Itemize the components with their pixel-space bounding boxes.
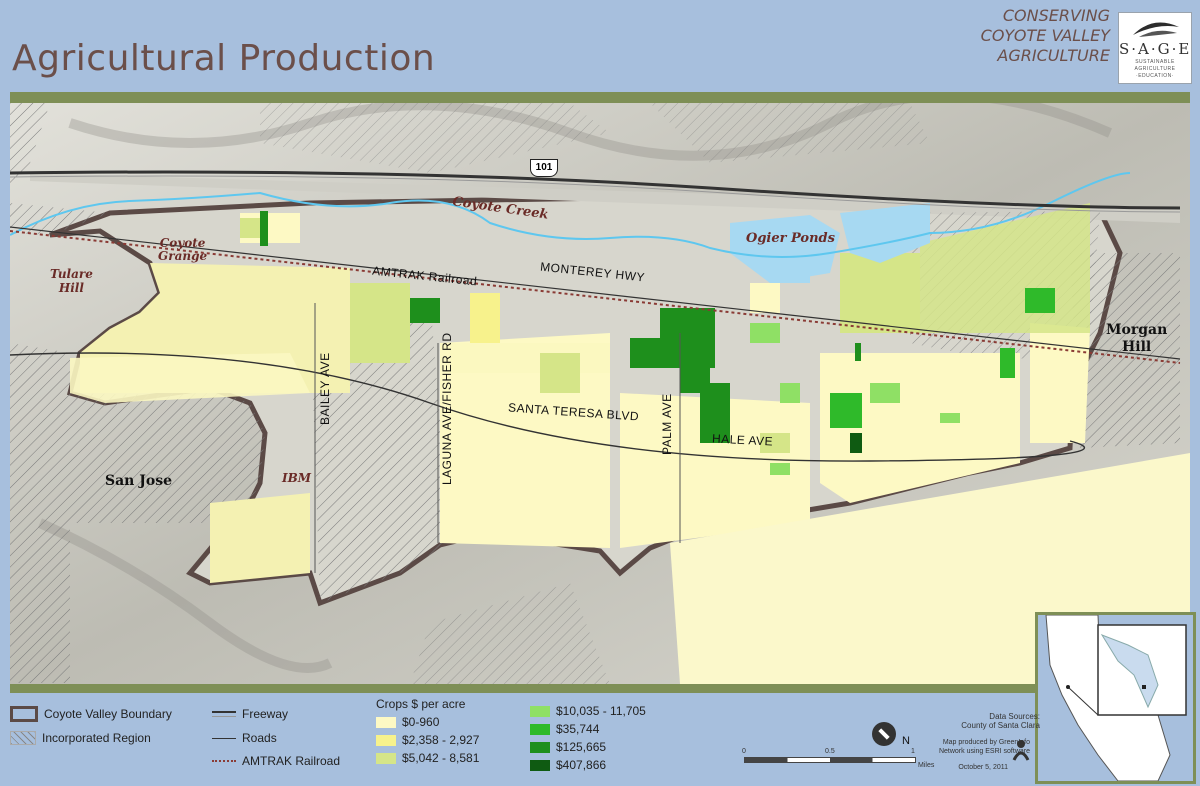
crop-class-label: $2,358 - 2,927 xyxy=(402,733,480,747)
scale-label-1: 1 xyxy=(911,748,915,755)
freeway-swatch-icon xyxy=(212,711,236,717)
map-frame: 101 Coyote Creek Ogier Ponds MONTEREY HW… xyxy=(10,103,1190,684)
data-sources-line-1: Data Sources: xyxy=(989,712,1040,721)
logo-line-2: AGRICULTURE xyxy=(1134,66,1176,72)
boundary-swatch-icon xyxy=(10,706,38,722)
project-line-1: CONSERVING xyxy=(1002,6,1110,25)
ibm-label: IBM xyxy=(282,471,312,485)
leaf-mark-icon xyxy=(1133,22,1179,37)
crop-class-swatch xyxy=(530,723,550,735)
rail-swatch-icon xyxy=(212,760,236,762)
crop-class-label: $407,866 xyxy=(556,758,607,772)
north-arrow-icon xyxy=(872,722,896,746)
palm-ave-label: PALM AVE xyxy=(660,393,674,455)
crop-class-row: $10,035 - 11,705 xyxy=(530,703,646,719)
coyote-grange-label: Coyote Grange xyxy=(158,236,208,263)
crop-class-swatch xyxy=(376,752,396,764)
scale-label-half: 0.5 xyxy=(825,748,835,755)
bottom-band xyxy=(10,684,1190,693)
legend-freeway: Freeway xyxy=(212,706,288,722)
legend-crops-title: Crops $ per acre xyxy=(376,697,466,711)
crop-class-row: $35,744 xyxy=(530,721,599,737)
legend-roads-label: Roads xyxy=(242,731,277,745)
crop-class-swatch xyxy=(530,741,550,753)
legend-rail: AMTRAK Railroad xyxy=(212,753,340,769)
logo-line-1: SUSTAINABLE xyxy=(1135,59,1175,65)
sage-logo: S·A·G·E SUSTAINABLE AGRICULTURE ·EDUCATI… xyxy=(1118,12,1192,84)
data-sources-line-2: County of Santa Clara xyxy=(961,721,1040,730)
crop-class-swatch xyxy=(376,716,396,728)
legend-freeway-label: Freeway xyxy=(242,707,289,721)
logo-line-3: ·EDUCATION· xyxy=(1136,73,1174,79)
laguna-ave-label: LAGUNA AVE/FISHER RD xyxy=(440,332,454,485)
hatch-swatch-icon xyxy=(10,731,36,745)
crop-class-label: $125,665 xyxy=(556,740,607,754)
legend-rail-label: AMTRAK Railroad xyxy=(242,754,341,768)
north-label: N xyxy=(902,735,910,747)
legend-boundary: Coyote Valley Boundary xyxy=(10,706,172,722)
crop-class-label: $10,035 - 11,705 xyxy=(556,704,646,718)
inset-canvas xyxy=(1038,614,1193,782)
legend-roads: Roads xyxy=(212,730,277,746)
scale-bar xyxy=(744,757,916,763)
project-line-2: COYOTE VALLEY xyxy=(980,26,1110,45)
crop-class-row: $125,665 xyxy=(530,739,606,755)
map-title: Agricultural Production xyxy=(12,38,436,79)
crop-class-label: $35,744 xyxy=(556,722,600,736)
crop-class-row: $2,358 - 2,927 xyxy=(376,732,479,748)
crop-class-label: $5,042 - 8,581 xyxy=(402,751,480,765)
logo-word: S·A·G·E xyxy=(1119,40,1192,58)
crop-class-row: $0-960 xyxy=(376,714,439,730)
ponds-label: Ogier Ponds xyxy=(746,231,835,246)
map-canvas xyxy=(10,103,1190,684)
crop-class-row: $5,042 - 8,581 xyxy=(376,750,479,766)
legend-incorporated-label: Incorporated Region xyxy=(42,731,151,745)
project-title: CONSERVING COYOTE VALLEY AGRICULTURE xyxy=(890,6,1110,66)
data-sources: Data Sources: County of Santa Clara xyxy=(930,712,1040,730)
road-swatch-icon xyxy=(212,737,236,739)
san-jose-label: San Jose xyxy=(105,473,172,489)
greeninfo-logo-icon xyxy=(1012,740,1030,761)
crop-class-row: $407,866 xyxy=(530,757,606,773)
legend-boundary-label: Coyote Valley Boundary xyxy=(44,707,172,721)
scale-label-0: 0 xyxy=(742,748,746,755)
california-inset-map xyxy=(1035,612,1196,784)
project-line-3: AGRICULTURE xyxy=(997,46,1110,65)
morgan-hill-label: Morgan Hill xyxy=(1106,322,1168,355)
map-date: October 5, 2011 xyxy=(958,764,1008,771)
legend-incorporated: Incorporated Region xyxy=(10,730,151,746)
crop-class-swatch xyxy=(530,705,550,717)
crop-class-label: $0-960 xyxy=(402,715,440,729)
tulare-hill-label: Tulare Hill xyxy=(50,267,93,295)
top-band xyxy=(10,92,1190,103)
bailey-ave-label: BAILEY AVE xyxy=(318,352,332,425)
crop-class-swatch xyxy=(376,734,396,746)
us-101-shield-icon: 101 xyxy=(530,159,558,177)
crop-class-swatch xyxy=(530,759,550,771)
